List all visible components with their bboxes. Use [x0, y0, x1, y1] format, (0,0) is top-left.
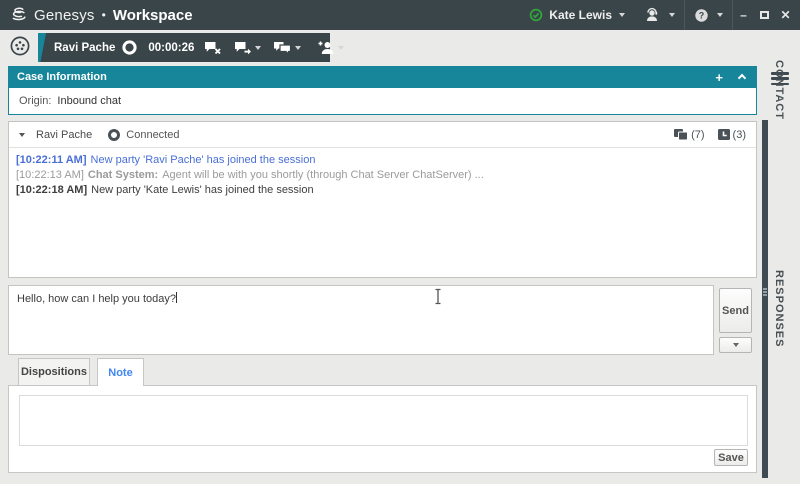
- splitter-grip-icon: [763, 288, 767, 296]
- transfer-chat-icon: [234, 41, 252, 55]
- chevron-down-icon: [717, 13, 723, 17]
- brand: Genesys • Workspace: [0, 5, 193, 25]
- message-text: Agent will be with you shortly (through …: [162, 169, 484, 181]
- help-menu[interactable]: ?: [685, 0, 732, 30]
- chat-party-status: Connected: [126, 129, 179, 141]
- connected-status-icon: [108, 129, 120, 141]
- origin-value: Inbound chat: [57, 95, 121, 107]
- transcript-message: [10:22:18 AM] New party 'Kate Lewis' has …: [16, 183, 749, 198]
- interaction-timer: 00:00:26: [148, 42, 194, 54]
- help-icon: ?: [694, 8, 709, 23]
- note-panel: Save: [8, 385, 757, 473]
- interaction-toolbar: Ravi Pache 00:00:26: [0, 30, 800, 62]
- tab-note[interactable]: Note: [97, 358, 144, 386]
- active-interaction-bar[interactable]: Ravi Pache 00:00:26: [38, 33, 330, 62]
- history-count-icon: [717, 128, 731, 141]
- sidebar-tab-responses[interactable]: RESPONSES: [773, 270, 785, 347]
- interactions-count[interactable]: (7): [673, 128, 704, 141]
- consult-chat-button[interactable]: [267, 33, 307, 62]
- ibeam-mouse-cursor: [433, 288, 443, 305]
- transcript-message: [10:22:13 AM] Chat System: Agent will be w…: [16, 168, 749, 183]
- minimize-icon: –: [740, 8, 747, 22]
- svg-text:?: ?: [699, 10, 705, 20]
- status-ready-icon: [529, 8, 543, 22]
- add-case-data-button[interactable]: +: [715, 70, 723, 85]
- add-participant-button[interactable]: [311, 33, 350, 62]
- add-participant-icon: [317, 40, 335, 55]
- send-options-button[interactable]: [719, 337, 752, 353]
- chevron-down-icon: [338, 46, 344, 50]
- case-information-header[interactable]: Case Information +: [8, 66, 757, 88]
- transcript-message: [10:22:11 AM] New party 'Ravi Pache' has …: [16, 153, 749, 168]
- chat-status-icon: [115, 33, 144, 62]
- agent-settings-menu[interactable]: [634, 0, 684, 30]
- case-information-title: Case Information: [17, 71, 107, 83]
- case-color-wedge: [38, 33, 46, 62]
- note-input[interactable]: [19, 395, 748, 446]
- brand-dot: •: [102, 8, 106, 22]
- chat-message-input[interactable]: Hello, how can I help you today?: [8, 285, 714, 355]
- chat-transcript[interactable]: [10:22:11 AM] New party 'Ravi Pache' has …: [9, 148, 756, 203]
- collapse-icon[interactable]: [738, 74, 746, 82]
- minimize-button[interactable]: –: [733, 0, 754, 30]
- save-button[interactable]: Save: [714, 449, 748, 466]
- maximize-button[interactable]: [754, 0, 775, 30]
- text-cursor: [176, 292, 177, 303]
- message-timestamp: [10:22:11 AM]: [16, 154, 87, 166]
- message-sender: Chat System:: [88, 169, 158, 181]
- chevron-down-icon: [255, 46, 261, 50]
- brand-product: Workspace: [113, 7, 193, 24]
- collapse-party-icon[interactable]: [19, 133, 25, 137]
- tab-dispositions-label: Dispositions: [21, 366, 87, 378]
- agent-status-menu[interactable]: Kate Lewis: [520, 0, 634, 30]
- message-text: New party 'Kate Lewis' has joined the se…: [91, 184, 314, 196]
- chevron-down-icon: [295, 46, 301, 50]
- message-timestamp: [10:22:13 AM]: [16, 169, 84, 181]
- origin-label: Origin:: [19, 95, 51, 107]
- chat-party-name: Ravi Pache: [36, 129, 92, 141]
- interactions-count-icon: [673, 128, 689, 141]
- chat-session-panel: Ravi Pache Connected (7) (3): [8, 121, 757, 278]
- genesys-logo-icon: [9, 5, 29, 25]
- end-chat-icon: [204, 41, 222, 55]
- workspace-window: Genesys • Workspace Kate Lewis: [0, 0, 800, 484]
- send-button[interactable]: Send: [719, 288, 752, 333]
- interactions-hub-button[interactable]: [8, 34, 32, 58]
- maximize-icon: [760, 11, 769, 19]
- message-timestamp: [10:22:18 AM]: [16, 184, 87, 196]
- chevron-down-icon: [669, 13, 675, 17]
- interactions-count-label: (7): [691, 129, 704, 141]
- close-button[interactable]: ✕: [775, 0, 796, 30]
- chevron-down-icon: [733, 343, 739, 347]
- close-icon: ✕: [780, 8, 790, 22]
- case-information-body: Origin: Inbound chat: [8, 88, 757, 115]
- save-button-label: Save: [718, 452, 744, 464]
- history-count-label: (3): [733, 129, 746, 141]
- interactions-hub-icon: [8, 34, 32, 58]
- transfer-chat-button[interactable]: [228, 33, 267, 62]
- chevron-down-icon: [619, 13, 625, 17]
- brand-name: Genesys: [34, 7, 95, 24]
- tab-note-label: Note: [108, 367, 132, 379]
- history-count[interactable]: (3): [717, 128, 746, 141]
- chat-party-row[interactable]: Ravi Pache Connected (7) (3): [9, 122, 756, 148]
- consult-chat-icon: [273, 41, 292, 55]
- chat-message-value: Hello, how can I help you today?: [17, 293, 176, 305]
- agent-name: Kate Lewis: [549, 8, 612, 22]
- panel-splitter[interactable]: [762, 120, 768, 478]
- end-chat-button[interactable]: [198, 33, 228, 62]
- send-button-label: Send: [722, 305, 749, 317]
- sidebar-tab-contact[interactable]: CONTACT: [773, 60, 785, 120]
- interaction-party-name: Ravi Pache: [54, 42, 115, 54]
- agent-headset-icon: [643, 7, 661, 23]
- tab-dispositions[interactable]: Dispositions: [18, 358, 90, 385]
- title-bar: Genesys • Workspace Kate Lewis: [0, 0, 800, 30]
- message-text: New party 'Ravi Pache' has joined the se…: [91, 154, 316, 166]
